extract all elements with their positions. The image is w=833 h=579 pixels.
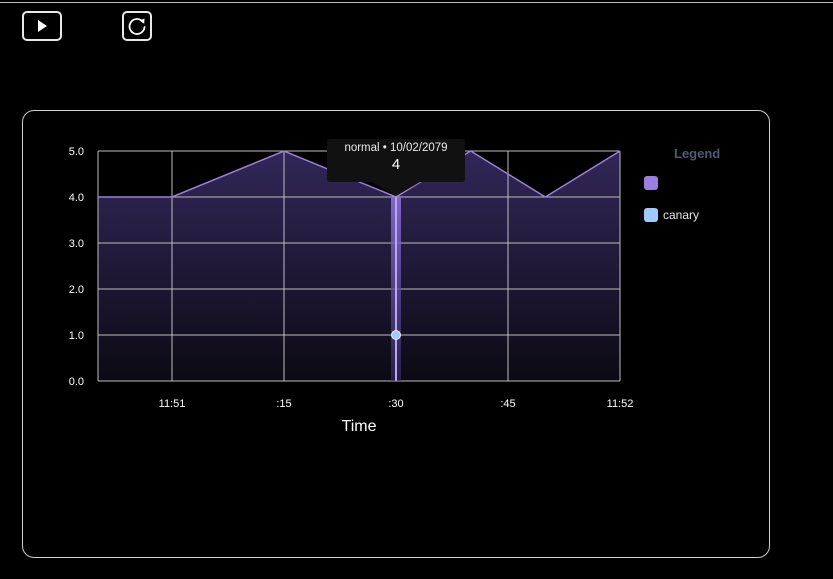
x-tick-label: :45 bbox=[500, 398, 515, 410]
legend-label: canary bbox=[663, 208, 700, 222]
y-tick-label: 1.0 bbox=[69, 330, 84, 342]
legend-title: Legend bbox=[674, 146, 721, 161]
legend-swatch bbox=[644, 176, 658, 190]
y-tick-label: 2.0 bbox=[69, 284, 84, 296]
chart-tooltip: normal • 10/02/2079 4 bbox=[327, 139, 465, 182]
legend-item-canary[interactable]: canary bbox=[644, 208, 699, 222]
area-chart: 0.0 1.0 2.0 3.0 4.0 5.0 11:51 :15 :30 :45 11:52 Ti… bbox=[69, 146, 634, 435]
tooltip-title: normal • 10/02/2079 bbox=[344, 142, 448, 154]
x-tick-label: 11:51 bbox=[159, 398, 186, 410]
x-tick-label: 11:52 bbox=[607, 398, 634, 410]
legend-swatch bbox=[644, 208, 658, 222]
y-tick-label: 3.0 bbox=[69, 238, 84, 250]
series-area bbox=[98, 151, 620, 381]
x-tick-label: :15 bbox=[276, 398, 291, 410]
y-tick-label: 5.0 bbox=[69, 146, 84, 158]
x-tick-label: :30 bbox=[388, 398, 403, 410]
y-tick-label: 4.0 bbox=[69, 192, 84, 204]
tooltip-value: 4 bbox=[391, 156, 401, 173]
y-tick-label: 0.0 bbox=[69, 376, 84, 388]
x-axis-title: Time bbox=[342, 418, 377, 435]
legend-item-normal[interactable] bbox=[644, 176, 663, 190]
canary-point bbox=[391, 330, 401, 340]
